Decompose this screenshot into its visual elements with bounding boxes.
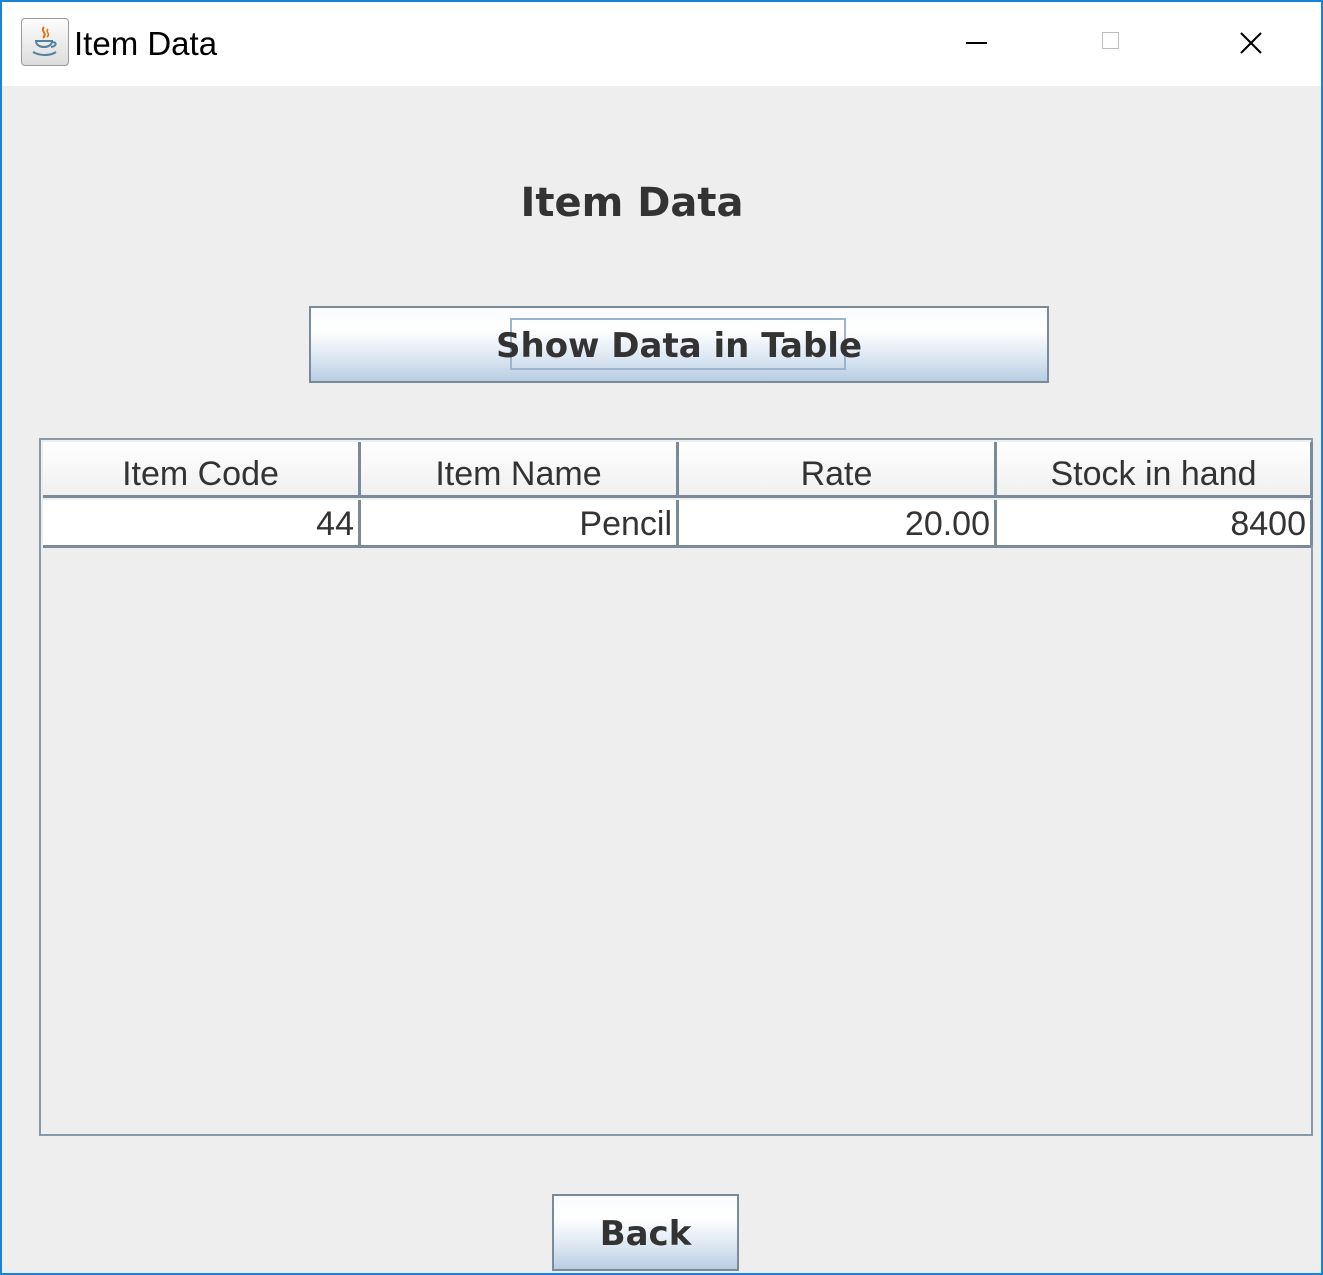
app-window: Item Data Item Data Show Data in Table I… <box>0 0 1323 1275</box>
item-table[interactable]: Item Code Item Name Rate Stock in hand 4… <box>39 438 1313 1136</box>
cell-stock-in-hand[interactable]: 8400 <box>997 500 1313 545</box>
minimize-icon <box>966 42 987 44</box>
close-icon <box>1240 32 1262 54</box>
minimize-button[interactable] <box>930 2 1022 86</box>
back-button[interactable]: Back <box>552 1194 739 1271</box>
column-header-rate[interactable]: Rate <box>679 442 997 498</box>
column-header-item-name[interactable]: Item Name <box>361 442 679 498</box>
maximize-icon <box>1102 32 1119 49</box>
maximize-button[interactable] <box>1066 2 1158 86</box>
table-header: Item Code Item Name Rate Stock in hand <box>43 442 1313 500</box>
cell-item-name[interactable]: Pencil <box>361 500 679 545</box>
cell-item-code[interactable]: 44 <box>43 500 361 545</box>
back-button-label: Back <box>599 1214 692 1254</box>
close-button[interactable] <box>1204 2 1296 86</box>
cell-rate[interactable]: 20.00 <box>679 500 997 545</box>
table-row[interactable]: 44 Pencil 20.00 8400 <box>43 500 1313 548</box>
title-bar[interactable]: Item Data <box>2 2 1321 86</box>
column-header-stock-in-hand[interactable]: Stock in hand <box>997 442 1313 498</box>
show-data-button[interactable]: Show Data in Table <box>309 306 1049 383</box>
show-data-button-label: Show Data in Table <box>496 326 862 366</box>
java-cup-icon[interactable] <box>21 18 69 66</box>
window-title: Item Data <box>74 25 218 62</box>
page-heading: Item Data <box>520 180 744 226</box>
column-header-item-code[interactable]: Item Code <box>43 442 361 498</box>
